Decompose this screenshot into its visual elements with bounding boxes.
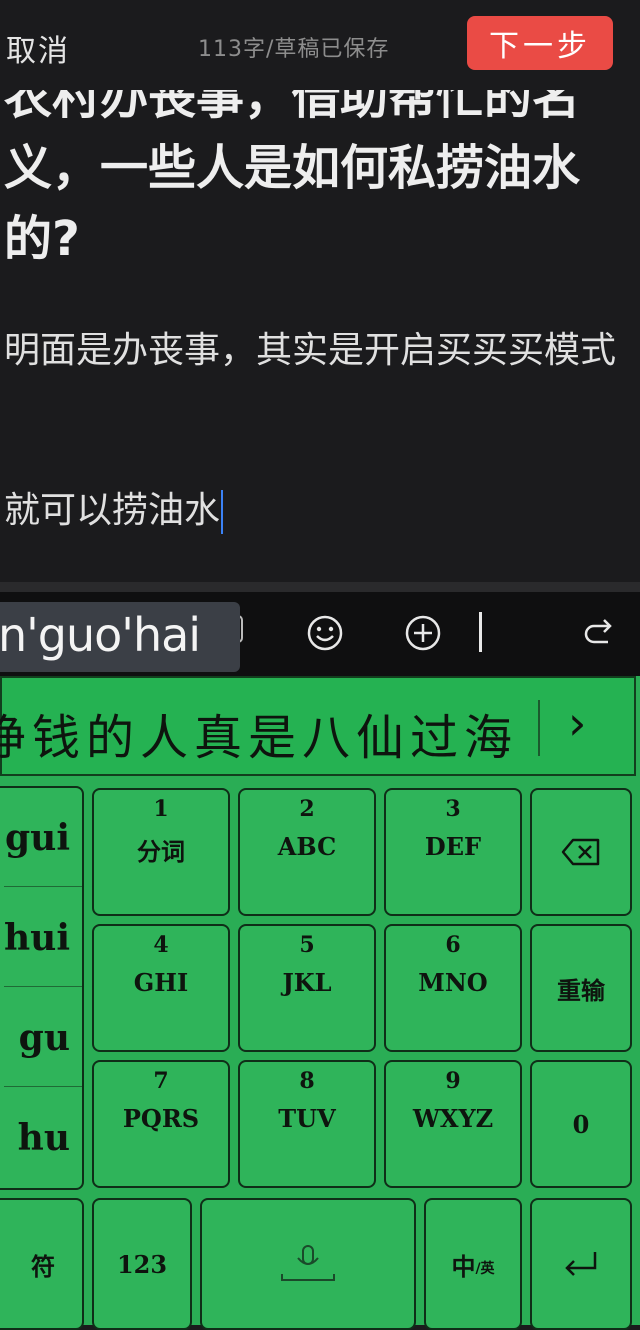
toolbar-cursor-divider [479, 612, 482, 652]
key-number: 9 [445, 1068, 461, 1094]
expand-candidates-icon[interactable]: › [568, 696, 586, 750]
language-switch-key[interactable]: 中/英 [424, 1198, 522, 1330]
article-title[interactable]: 农村办丧事，借助帮忙的名义，一些人是如何私捞油水的? [4, 62, 634, 275]
composing-pinyin: n'guo'hai [0, 608, 201, 662]
pinyin-option[interactable]: gu [0, 988, 82, 1088]
text-caret [221, 490, 224, 534]
pinyin-option[interactable]: gui [0, 788, 82, 888]
key-number: 5 [299, 932, 315, 958]
key-9[interactable]: 9 WXYZ [384, 1060, 522, 1188]
pinyin-divider [4, 886, 82, 887]
pinyin-divider [4, 986, 82, 987]
pinyin-options-column: gui hui gu hu [0, 786, 84, 1190]
key-1[interactable]: 1 分词 [92, 788, 230, 916]
backspace-icon [561, 838, 600, 866]
pinyin-option[interactable]: hui [0, 888, 82, 988]
key-7[interactable]: 7 PQRS [92, 1060, 230, 1188]
key-6[interactable]: 6 MNO [384, 924, 522, 1052]
backspace-icon-wrap [532, 790, 630, 914]
pinyin-divider [4, 1086, 82, 1087]
key-5[interactable]: 5 JKL [238, 924, 376, 1052]
top-bar: 取消 113字/草稿已保存 下一步 [0, 0, 640, 90]
editor-divider [0, 582, 640, 592]
redo-icon[interactable] [582, 614, 618, 650]
language-switch-labels: 中/英 [426, 1200, 520, 1328]
key-0[interactable]: 0 [530, 1060, 632, 1188]
key-label: TUV [278, 1104, 336, 1133]
key-2[interactable]: 2 ABC [238, 788, 376, 916]
key-label: MNO [418, 968, 488, 997]
candidate-phrase[interactable]: 挣钱的人真是八仙过海 [0, 698, 518, 768]
backspace-key[interactable] [530, 788, 632, 916]
key-3[interactable]: 3 DEF [384, 788, 522, 916]
key-number: 8 [299, 1068, 315, 1094]
key-8[interactable]: 8 TUV [238, 1060, 376, 1188]
enter-icon [565, 1252, 597, 1276]
key-label: 分词 [137, 837, 185, 866]
word-count-status: 113字/草稿已保存 [198, 37, 390, 62]
pinyin-option[interactable]: hu [0, 1088, 82, 1188]
emoji-icon[interactable] [306, 614, 344, 652]
key-label: WXYZ [412, 1104, 494, 1133]
enter-icon-wrap [532, 1200, 630, 1328]
reenter-key[interactable]: 重输 [530, 924, 632, 1052]
symbol-label: 符 [31, 1251, 55, 1281]
paragraph-2[interactable]: 就可以捞油水 [4, 480, 634, 542]
lang-main-label: 中 [451, 1251, 476, 1281]
key-label: PQRS [122, 1104, 200, 1133]
key-number: 4 [153, 932, 169, 958]
numeric-key[interactable]: 123 [92, 1198, 192, 1330]
ime-composing-bubble: n'guo'hai [0, 602, 240, 672]
key-4[interactable]: 4 GHI [92, 924, 230, 1052]
zero-label: 0 [572, 1109, 590, 1139]
key-number: 7 [153, 1068, 169, 1094]
reenter-label: 重输 [557, 975, 605, 1005]
key-number: 1 [153, 796, 169, 822]
enter-key[interactable] [530, 1198, 632, 1330]
candidate-bar: 挣钱的人真是八仙过海 › [0, 676, 636, 776]
paragraph-2-text: 就可以捞油水 [4, 490, 221, 531]
key-label: GHI [133, 968, 189, 997]
key-label: DEF [424, 832, 482, 861]
key-number: 6 [445, 932, 461, 958]
key-number: 2 [299, 796, 315, 822]
symbol-key[interactable]: 符 [0, 1198, 84, 1330]
numeric-label: 123 [116, 1249, 168, 1279]
candidate-divider [538, 700, 540, 756]
key-label: ABC [277, 832, 337, 861]
space-icons [202, 1200, 414, 1328]
key-number: 3 [445, 796, 461, 822]
cancel-button[interactable]: 取消 [6, 26, 70, 70]
add-icon[interactable] [404, 614, 442, 652]
key-label: JKL [282, 968, 332, 997]
lang-sub-label: /英 [475, 1261, 495, 1277]
microphone-icon [281, 1245, 335, 1281]
paragraph-1[interactable]: 明面是办丧事，其实是开启买买买模式 [4, 320, 634, 382]
next-step-button[interactable]: 下一步 [467, 16, 613, 70]
space-key[interactable] [200, 1198, 416, 1330]
